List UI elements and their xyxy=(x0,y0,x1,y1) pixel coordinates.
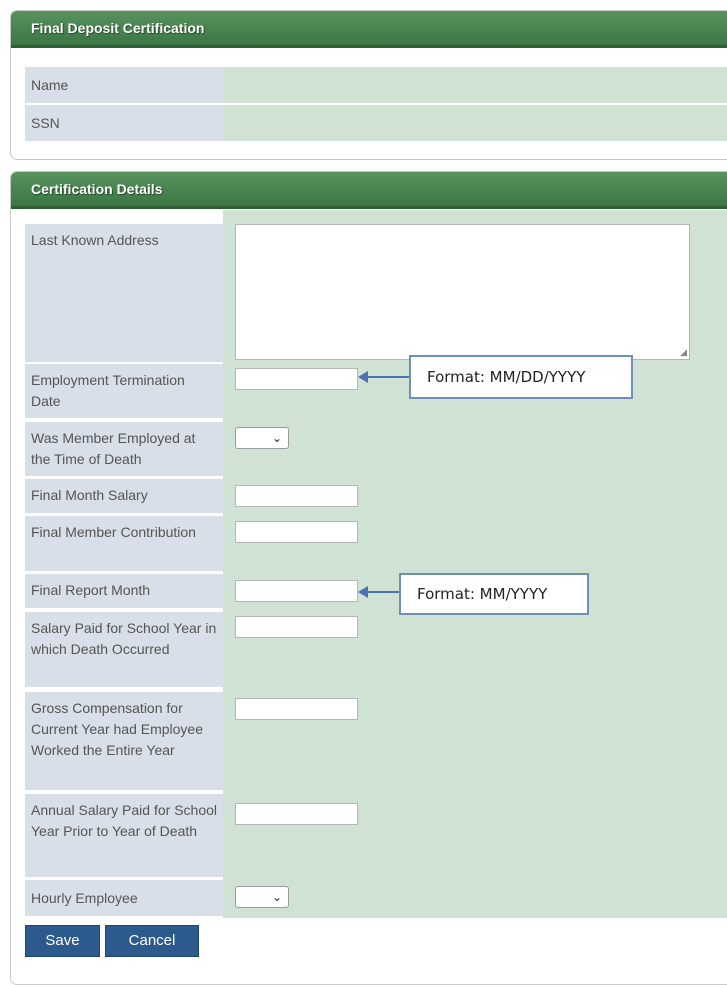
last-known-address-textarea[interactable]: ◢ xyxy=(235,224,690,360)
ssn-label: SSN xyxy=(25,105,223,141)
employed-at-death-select[interactable]: ⌄ xyxy=(235,427,289,449)
last-known-address-label: Last Known Address xyxy=(25,224,223,362)
annual-salary-prior-input[interactable] xyxy=(235,803,358,825)
salary-paid-school-year-input[interactable] xyxy=(235,616,358,638)
save-button[interactable]: Save xyxy=(25,925,100,957)
employed-at-death-label: Was Member Employed at the Time of Death xyxy=(25,422,223,476)
chevron-down-icon: ⌄ xyxy=(271,431,282,445)
certification-details-panel: Certification Details Last Known Address… xyxy=(10,171,727,985)
cancel-button[interactable]: Cancel xyxy=(105,925,199,957)
panel-header: Final Deposit Certification xyxy=(11,11,727,48)
salary-paid-school-year-label: Salary Paid for School Year in which Dea… xyxy=(25,612,223,687)
final-month-salary-label: Final Month Salary xyxy=(25,479,223,513)
final-report-month-label: Final Report Month xyxy=(25,574,223,608)
panel-title: Certification Details xyxy=(31,181,163,197)
final-report-month-input[interactable] xyxy=(235,580,358,602)
final-deposit-certification-panel: Final Deposit Certification Name SSN xyxy=(10,10,727,160)
arrow-left-icon xyxy=(358,586,400,598)
final-member-contribution-input[interactable] xyxy=(235,521,358,543)
hourly-employee-label: Hourly Employee xyxy=(25,880,223,916)
final-month-salary-input[interactable] xyxy=(235,485,358,507)
date-format-callout: Format: MM/DD/YYYY xyxy=(409,355,633,399)
resize-handle-icon[interactable]: ◢ xyxy=(680,347,687,358)
name-label: Name xyxy=(25,67,223,103)
employment-termination-date-label: Employment Termination Date xyxy=(25,364,223,418)
panel-header: Certification Details xyxy=(11,172,727,209)
name-value xyxy=(223,67,727,103)
hourly-employee-select[interactable]: ⌄ xyxy=(235,886,289,908)
employment-termination-date-input[interactable] xyxy=(235,368,358,390)
ssn-value xyxy=(223,105,727,141)
arrow-left-icon xyxy=(358,371,410,383)
final-member-contribution-label: Final Member Contribution xyxy=(25,516,223,571)
annual-salary-prior-label: Annual Salary Paid for School Year Prior… xyxy=(25,794,223,877)
gross-compensation-input[interactable] xyxy=(235,698,358,720)
chevron-down-icon: ⌄ xyxy=(271,890,282,904)
panel-title: Final Deposit Certification xyxy=(31,20,205,36)
month-format-callout: Format: MM/YYYY xyxy=(399,573,589,615)
gross-compensation-label: Gross Compensation for Current Year had … xyxy=(25,692,223,790)
